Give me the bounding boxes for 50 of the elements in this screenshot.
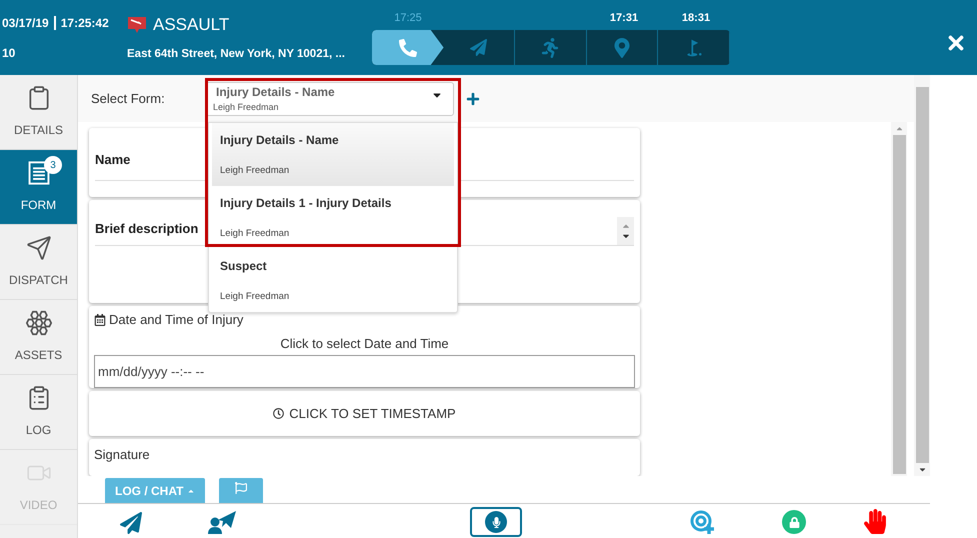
target-add-icon[interactable] [690, 510, 716, 536]
spinner-control[interactable] [617, 217, 634, 246]
document-icon [26, 160, 52, 186]
date-time-field[interactable]: mm/dd/yyyy --:-- -- [94, 355, 635, 388]
name-label: Name [95, 152, 130, 167]
clock-icon [273, 408, 284, 419]
form-dropdown[interactable]: Injury Details - Name Leigh Freedman [205, 82, 454, 116]
sidebar-tab[interactable]: FORM 3 [0, 150, 77, 225]
incident-title: ASSAULT [153, 14, 230, 36]
form-option[interactable]: Injury Details - Name Leigh Freedman [212, 123, 454, 186]
set-timestamp-button[interactable]: CLICK TO SET TIMESTAMP [89, 391, 640, 436]
incident-number: 10 [2, 44, 16, 62]
padlock-icon [788, 516, 800, 528]
step-time: 18:31 [682, 11, 710, 26]
form-option[interactable]: Injury Details 1 - Injury Details Leigh Freedman [212, 186, 454, 249]
date-label: Date and Time of Injury [109, 311, 244, 330]
incident-date: 03/17/19 [2, 14, 49, 32]
timeline-step[interactable] [372, 30, 444, 65]
step-time: 17:31 [610, 11, 638, 26]
step-time: 17:25 [394, 11, 422, 26]
user-send-icon[interactable] [208, 510, 236, 534]
sidebar-tab[interactable]: DISPATCH [0, 225, 77, 300]
incident-address: East 64th Street, New York, NY 10021, ... [127, 46, 346, 62]
phone-icon [398, 38, 417, 56]
calendar-icon [94, 314, 106, 326]
incident-type-icon [127, 16, 147, 34]
running-person-icon [540, 38, 560, 58]
form-option[interactable]: Suspect Leigh Freedman [212, 249, 454, 312]
incident-time: 17:25:42 [60, 14, 109, 32]
signature-label: Signature [94, 446, 150, 462]
hexagons-icon [26, 310, 52, 336]
lock-icon[interactable] [782, 510, 806, 534]
paper-plane-icon [470, 39, 488, 56]
microphone-icon [485, 511, 507, 533]
flag-button[interactable] [219, 478, 264, 503]
scrollbar-thumb[interactable] [916, 87, 928, 463]
send-icon[interactable] [120, 512, 142, 534]
flag-icon [235, 482, 248, 494]
sidebar-tab[interactable]: LOG [0, 375, 77, 450]
select-form-label: Select Form: [91, 90, 166, 108]
hand-icon[interactable] [864, 509, 886, 534]
scrollbar-thumb[interactable] [892, 135, 906, 474]
microphone-button[interactable] [470, 507, 522, 537]
sidebar-tab[interactable]: ASSETS [0, 300, 77, 375]
add-button[interactable] [466, 92, 480, 106]
description-label: Brief description [95, 220, 198, 238]
map-pin-icon [613, 38, 632, 58]
count-badge: 3 [44, 156, 62, 174]
paper-plane-icon [26, 235, 52, 261]
date-hint: Click to select Date and Time [280, 334, 449, 353]
